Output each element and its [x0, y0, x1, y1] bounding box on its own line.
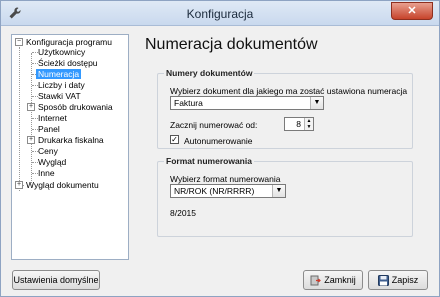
tree-item-internet[interactable]: Internet [36, 113, 69, 124]
defaults-button-label: Ustawienia domyślne [13, 275, 99, 285]
tree-item-inne[interactable]: Inne [36, 168, 57, 179]
start-number-spinner[interactable]: 8 ▲ ▼ [284, 117, 314, 131]
floppy-disk-icon [377, 275, 389, 287]
autonumbering-label: Autonumerowanie [184, 136, 253, 146]
tree-item-label: Wygląd dokumentu [26, 180, 99, 190]
checkmark-icon: ✓ [171, 135, 178, 144]
start-number-value: 8 [296, 119, 301, 129]
close-button-label: Zamknij [324, 275, 356, 285]
tree-item-label: Numeracja [36, 69, 82, 79]
tree-item-stawki-vat[interactable]: Stawki VAT [36, 91, 83, 102]
numbering-format-value: NR/ROK (NR/RRRR) [174, 186, 255, 196]
settings-tree[interactable]: − Konfiguracja programu Użytkownicy Ście… [11, 34, 129, 260]
tree-item-label: Inne [38, 168, 55, 178]
door-exit-icon [310, 275, 322, 286]
window-title: Konfiguracja [186, 7, 254, 21]
expand-icon[interactable]: + [27, 103, 35, 111]
tree-item-label: Konfiguracja programu [26, 37, 112, 47]
spin-arrows-icon[interactable]: ▲ ▼ [304, 118, 313, 130]
tree-item-numeracja[interactable]: Numeracja [36, 69, 82, 80]
tree-item-drukarka-fiskalna[interactable]: + Drukarka fiskalna [27, 135, 106, 146]
tree-item-uzytkownicy[interactable]: Użytkownicy [36, 47, 87, 58]
tree-item-ceny[interactable]: Ceny [36, 146, 60, 157]
tree-item-label: Internet [38, 113, 67, 123]
configuration-window: Konfiguracja ✕ − Konfiguracja programu U… [0, 0, 440, 297]
tree-item-label: Ceny [38, 146, 58, 156]
window-close-button[interactable]: ✕ [391, 2, 433, 20]
tree-item-label: Wygląd [38, 157, 67, 167]
number-preview: 8/2015 [170, 208, 196, 218]
page-title: Numeracja dokumentów [145, 36, 318, 53]
group-title: Format numerowania [164, 156, 254, 166]
tree-item-label: Użytkownicy [38, 47, 86, 57]
close-icon: ✕ [407, 5, 417, 17]
autonumbering-checkbox[interactable]: ✓ [170, 135, 179, 144]
defaults-button[interactable]: Ustawienia domyślne [12, 270, 100, 290]
expand-icon[interactable]: + [15, 181, 23, 189]
document-type-value: Faktura [174, 98, 203, 108]
document-numbers-group: Numery dokumentów Wybierz dokument dla j… [157, 68, 413, 149]
tree-item-label: Ścieżki dostępu [38, 58, 98, 68]
numbering-format-group: Format numerowania Wybierz format numero… [157, 156, 413, 237]
document-select-label: Wybierz dokument dla jakiego ma zostać u… [170, 86, 408, 96]
tree-item-label: Stawki VAT [38, 91, 81, 101]
tree-item-panel[interactable]: Panel [36, 124, 62, 135]
tree-item-wyglad[interactable]: Wygląd [36, 157, 68, 168]
start-number-label: Zacznij numerować od: [170, 120, 258, 130]
tree-item-label: Panel [38, 124, 60, 134]
group-title: Numery dokumentów [164, 68, 255, 78]
title-bar[interactable]: Konfiguracja ✕ [1, 1, 439, 26]
chevron-down-icon: ▼ [310, 97, 323, 109]
tree-item-sposob-drukowania[interactable]: + Sposób drukowania [27, 102, 115, 113]
tree-item-sciezki-dostepu[interactable]: Ścieżki dostępu [36, 58, 100, 69]
tree-item-label: Liczby i daty [38, 80, 85, 90]
chevron-down-icon: ▼ [272, 185, 285, 197]
tree-item-liczby-i-daty[interactable]: Liczby i daty [36, 80, 87, 91]
save-button-label: Zapisz [391, 275, 419, 285]
tree-item-label: Sposób drukowania [38, 102, 113, 112]
collapse-icon[interactable]: − [15, 38, 23, 46]
save-button[interactable]: Zapisz [368, 270, 428, 290]
expand-icon[interactable]: + [27, 136, 35, 144]
format-select-label: Wybierz format numerowania [170, 174, 281, 184]
close-button[interactable]: Zamknij [303, 270, 363, 290]
numbering-format-select[interactable]: NR/ROK (NR/RRRR) ▼ [170, 184, 286, 198]
tree-item-wyglad-dokumentu[interactable]: + Wygląd dokumentu [15, 180, 101, 191]
document-type-select[interactable]: Faktura ▼ [170, 96, 324, 110]
tree-item-label: Drukarka fiskalna [38, 135, 104, 145]
